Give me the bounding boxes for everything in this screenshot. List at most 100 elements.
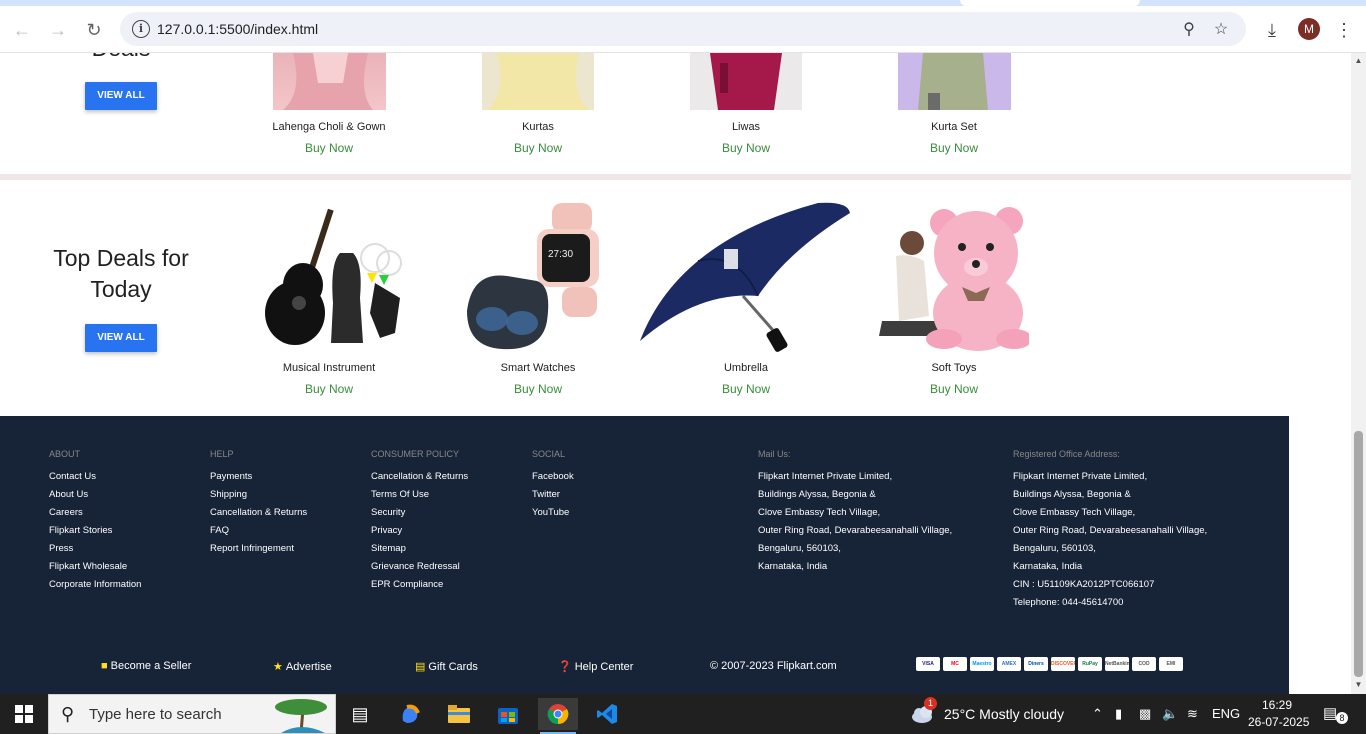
footer-heading: CONSUMER POLICY xyxy=(371,449,460,459)
copilot-icon[interactable] xyxy=(390,698,430,730)
footer-address-line[interactable]: Telephone: 044-45614700 xyxy=(1013,594,1207,612)
chrome-icon[interactable] xyxy=(538,698,578,734)
product-image-lahenga[interactable] xyxy=(273,53,386,110)
product-image-kurta-set[interactable] xyxy=(898,53,1011,110)
footer-link[interactable]: Flipkart Stories xyxy=(49,522,141,540)
buy-now-link[interactable]: Buy Now xyxy=(229,141,429,155)
product-card-soft-toys[interactable]: Soft Toys Buy Now xyxy=(854,362,1054,396)
menu-kebab-icon[interactable]: ⋮ xyxy=(1332,18,1356,42)
product-image-liwas[interactable] xyxy=(690,53,802,110)
footer-column-consumer-policy: CONSUMER POLICY Cancellation & Returns T… xyxy=(371,449,468,594)
vscode-icon[interactable] xyxy=(587,698,627,730)
advertise-link[interactable]: ★ Advertise xyxy=(273,660,332,674)
footer-link[interactable]: Press xyxy=(49,540,141,558)
footer-link[interactable]: Security xyxy=(371,504,468,522)
bookmark-star-icon[interactable]: ☆ xyxy=(1211,20,1231,40)
footer-address-line: Karnataka, India xyxy=(758,561,828,572)
taskbar-search[interactable]: ⚲ Type here to search xyxy=(48,694,336,734)
scrollbar-thumb[interactable] xyxy=(1354,431,1363,677)
weather-text[interactable]: 25°C Mostly cloudy xyxy=(944,706,1064,722)
buy-now-link[interactable]: Buy Now xyxy=(646,382,846,396)
reload-icon[interactable]: ↻ xyxy=(80,16,108,44)
scroll-down-icon[interactable]: ▼ xyxy=(1354,680,1363,689)
footer-heading: ABOUT xyxy=(49,449,81,459)
footer-link[interactable]: Terms Of Use xyxy=(371,486,468,504)
footer-link[interactable]: Report Infringement xyxy=(210,540,307,558)
footer-link[interactable]: Sitemap xyxy=(371,540,468,558)
profile-avatar[interactable]: M xyxy=(1298,18,1320,40)
footer-link[interactable]: About Us xyxy=(49,486,141,504)
buy-now-link[interactable]: Buy Now xyxy=(229,382,429,396)
battery-icon[interactable]: ▮ xyxy=(1115,706,1122,722)
language-indicator[interactable]: ENG xyxy=(1212,706,1240,721)
footer-link[interactable]: Cancellation & Returns xyxy=(210,504,307,522)
footer-link[interactable]: Payments xyxy=(210,468,307,486)
product-card-musical-instrument[interactable]: Musical Instrument Buy Now xyxy=(229,362,429,396)
buy-now-link[interactable]: Buy Now xyxy=(854,141,1054,155)
emi-icon: EMI xyxy=(1159,657,1183,671)
gift-cards-link[interactable]: ▤ Gift Cards xyxy=(415,660,478,674)
footer-link[interactable]: FAQ xyxy=(210,522,307,540)
footer-link[interactable]: EPR Compliance xyxy=(371,576,468,594)
forward-arrow-icon[interactable]: → xyxy=(44,16,72,44)
footer-link[interactable]: Shipping xyxy=(210,486,307,504)
footer-link[interactable]: Corporate Information xyxy=(49,576,141,594)
file-explorer-icon[interactable] xyxy=(439,698,479,730)
footer-link[interactable]: Careers xyxy=(49,504,141,522)
microsoft-store-icon[interactable] xyxy=(488,698,528,730)
product-card-lahenga[interactable]: Lahenga Choli & Gown Buy Now xyxy=(229,121,429,155)
address-bar[interactable]: i 127.0.0.1:5500/index.html ⚲ ☆ xyxy=(120,12,1246,46)
footer-address-line: Flipkart Internet Private Limited, xyxy=(1013,471,1148,482)
clock-date[interactable]: 26-07-2025 xyxy=(1248,715,1309,729)
volume-icon[interactable]: 🔈 xyxy=(1162,706,1178,722)
clock-time[interactable]: 16:29 xyxy=(1262,698,1292,712)
footer-link[interactable]: YouTube xyxy=(532,504,574,522)
footer-link[interactable]: Facebook xyxy=(532,468,574,486)
view-all-button-1[interactable]: VIEW ALL xyxy=(85,82,157,110)
buy-now-link[interactable]: Buy Now xyxy=(438,141,638,155)
product-image-umbrella[interactable] xyxy=(638,201,852,353)
product-name: Kurtas xyxy=(522,121,554,133)
copyright-label: © 2007-2023 Flipkart.com xyxy=(710,660,837,672)
become-seller-link[interactable]: ■ Become a Seller xyxy=(101,660,191,672)
buy-now-link[interactable]: Buy Now xyxy=(854,382,1054,396)
footer-heading: Registered Office Address: xyxy=(1013,449,1120,459)
footer-link[interactable]: Flipkart Wholesale xyxy=(49,558,141,576)
back-arrow-icon[interactable]: ← xyxy=(8,16,36,44)
footer-link[interactable]: Privacy xyxy=(371,522,468,540)
buy-now-link[interactable]: Buy Now xyxy=(438,382,638,396)
product-card-kurtas[interactable]: Kurtas Buy Now xyxy=(438,121,638,155)
help-circle-icon: ❓ xyxy=(558,661,572,673)
product-card-smart-watches[interactable]: Smart Watches Buy Now xyxy=(438,362,638,396)
buy-now-link[interactable]: Buy Now xyxy=(646,141,846,155)
meet-now-icon[interactable]: ▩ xyxy=(1139,706,1151,722)
help-center-link[interactable]: ❓ Help Center xyxy=(558,660,633,674)
zoom-icon[interactable]: ⚲ xyxy=(1179,20,1199,40)
product-card-kurta-set[interactable]: Kurta Set Buy Now xyxy=(854,121,1054,155)
product-image-soft-toys[interactable] xyxy=(874,201,1029,351)
view-all-button-2[interactable]: VIEW ALL xyxy=(85,324,157,352)
wifi-icon[interactable]: ≋ xyxy=(1187,706,1198,722)
taskbar-search-placeholder: Type here to search xyxy=(89,706,222,723)
product-image-smart-watch[interactable]: 27:30 xyxy=(462,201,614,351)
footer-link[interactable]: Grievance Redressal xyxy=(371,558,468,576)
scroll-up-icon[interactable]: ▲ xyxy=(1354,56,1363,65)
product-card-umbrella[interactable]: Umbrella Buy Now xyxy=(646,362,846,396)
product-image-kurtas[interactable] xyxy=(482,53,594,110)
product-card-liwas[interactable]: Liwas Buy Now xyxy=(646,121,846,155)
download-icon[interactable]: ⤓ xyxy=(1260,18,1284,42)
notification-center[interactable]: ▤ 8 xyxy=(1323,704,1349,726)
section-title-deals: Deals xyxy=(40,53,202,64)
start-button[interactable] xyxy=(0,694,48,734)
task-view-icon[interactable]: ▤ xyxy=(340,698,380,730)
weather-icon[interactable]: 1 xyxy=(910,697,937,724)
footer-link[interactable]: Twitter xyxy=(532,486,574,504)
product-image-guitar[interactable] xyxy=(255,203,405,351)
footer-address-line: Outer Ring Road, Devarabeesanahalli Vill… xyxy=(1013,525,1208,536)
footer-link[interactable]: Cancellation & Returns xyxy=(371,468,468,486)
url-text[interactable]: 127.0.0.1:5500/index.html xyxy=(157,21,318,37)
page-scrollbar[interactable]: ▲ ▼ xyxy=(1351,53,1366,694)
footer-link[interactable]: Contact Us xyxy=(49,468,141,486)
chevron-up-icon[interactable]: ⌃ xyxy=(1092,706,1103,722)
site-info-icon[interactable]: i xyxy=(132,20,150,38)
